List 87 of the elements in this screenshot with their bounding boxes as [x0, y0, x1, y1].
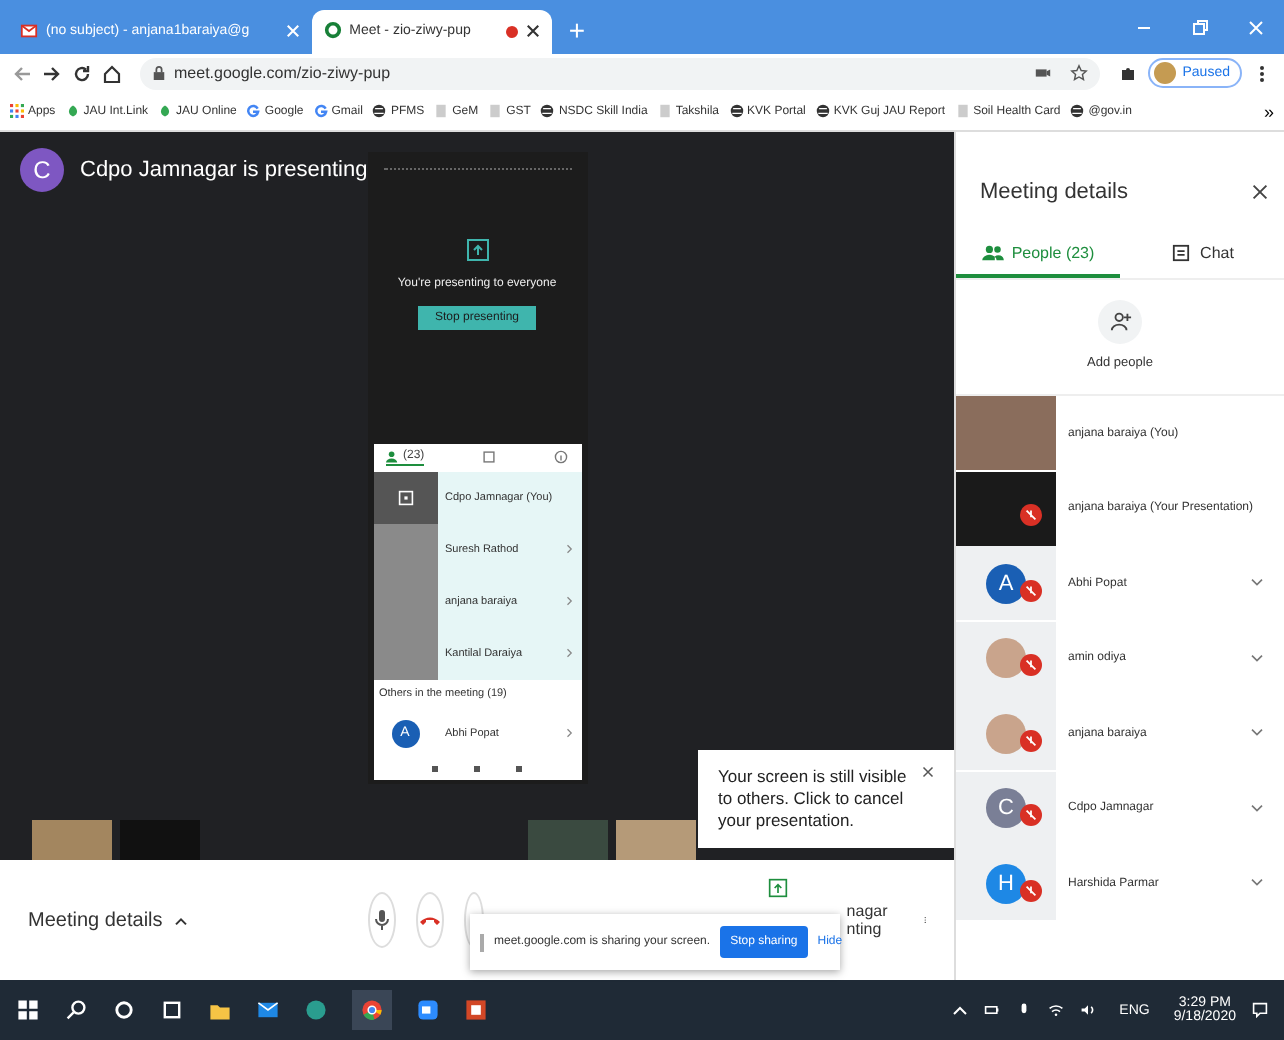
- leaf-icon: [158, 104, 173, 119]
- add-person-icon: [1109, 310, 1131, 333]
- forward-arrow-icon[interactable]: [42, 63, 62, 84]
- close-icon[interactable]: [1252, 183, 1268, 200]
- lock-icon: [152, 66, 166, 81]
- caret-up-icon[interactable]: [951, 1002, 968, 1019]
- close-icon[interactable]: [922, 765, 934, 778]
- chevron-right-icon[interactable]: [565, 728, 573, 739]
- page-icon: [657, 104, 672, 119]
- star-icon[interactable]: [1070, 64, 1089, 83]
- search-icon[interactable]: [64, 998, 88, 1023]
- wifi-icon[interactable]: [1047, 1002, 1064, 1019]
- chevron-down-icon[interactable]: [1250, 803, 1264, 814]
- chevron-down-icon[interactable]: [1250, 578, 1264, 589]
- back-arrow-icon[interactable]: [12, 63, 32, 84]
- home-icon[interactable]: [102, 63, 122, 84]
- mail-icon[interactable]: [256, 998, 280, 1023]
- restore-icon[interactable]: [1190, 17, 1210, 38]
- circle-icon[interactable]: [112, 998, 136, 1023]
- globe-icon: [815, 104, 830, 119]
- globe-icon: [540, 104, 555, 119]
- people-icon: [385, 449, 399, 464]
- chevron-right-icon[interactable]: [565, 544, 573, 555]
- panel-title: Meeting details: [980, 179, 1128, 204]
- presenter-label: nagar: [846, 902, 888, 921]
- avatar-icon: [1154, 62, 1177, 85]
- windows-logo-icon[interactable]: [16, 998, 40, 1023]
- video-camera-icon[interactable]: [416, 998, 440, 1023]
- presenter-avatar: C: [20, 147, 64, 192]
- globe-icon: [729, 104, 744, 119]
- chrome-icon[interactable]: [352, 990, 392, 1031]
- url-text: meet.google.com/zio-ziwy-pup: [174, 64, 391, 83]
- google-g-icon: [313, 104, 328, 119]
- chevron-right-icon[interactable]: [565, 648, 573, 659]
- chat-icon[interactable]: [482, 450, 497, 465]
- participant-avatar: A: [986, 563, 1026, 604]
- participant-avatar: C: [986, 788, 1026, 829]
- globe-icon: [372, 104, 387, 119]
- google-g-icon: [246, 104, 261, 119]
- reload-icon[interactable]: [72, 63, 92, 84]
- present-screen-icon: [465, 237, 489, 262]
- notification-icon[interactable]: [1252, 1002, 1268, 1019]
- presenter-title: Cdpo Jamnagar is presenting: [80, 157, 368, 182]
- leaf-icon: [65, 104, 80, 119]
- photo-placeholder: [120, 820, 200, 861]
- battery-icon[interactable]: [983, 1002, 1000, 1019]
- caret-up-icon: [174, 915, 189, 926]
- apps-grid-icon: [10, 104, 24, 119]
- close-icon[interactable]: [526, 24, 541, 39]
- panel-tab[interactable]: Chat: [1120, 231, 1284, 278]
- photo-placeholder: [616, 820, 696, 861]
- page-icon: [955, 104, 970, 119]
- chevron-down-icon[interactable]: [1250, 728, 1264, 739]
- address-bar[interactable]: meet.google.com/zio-ziwy-pup: [140, 57, 1101, 90]
- video-thumbnail: [373, 523, 437, 576]
- task-view-icon[interactable]: [160, 998, 184, 1023]
- chevron-down-icon[interactable]: [1250, 653, 1264, 664]
- more-bookmarks-button[interactable]: »: [1263, 101, 1274, 122]
- chevron-right-icon[interactable]: [565, 596, 573, 607]
- chat-icon: [1170, 243, 1193, 262]
- chevron-down-icon[interactable]: [1250, 878, 1264, 889]
- drag-handle-icon[interactable]: [480, 933, 484, 952]
- microphone-icon: [370, 908, 395, 933]
- tooltip-text: Your screen is still visible to others. Click to cancel your presentation.: [718, 765, 909, 833]
- present-screen-icon: [397, 489, 413, 506]
- info-icon[interactable]: [554, 450, 569, 465]
- photo-placeholder: [528, 820, 608, 861]
- camera-icon[interactable]: [1034, 64, 1053, 83]
- hang-up-button[interactable]: [416, 892, 445, 949]
- video-thumbnail: [956, 396, 1056, 471]
- present-screen-icon[interactable]: [767, 878, 788, 899]
- mail-icon: [20, 22, 38, 41]
- globe-icon: [1070, 104, 1085, 119]
- microphone-button[interactable]: [368, 892, 397, 949]
- photo-placeholder: [986, 713, 1026, 754]
- page-icon: [434, 104, 449, 119]
- people-icon: [981, 243, 1004, 262]
- page-icon: [488, 104, 503, 119]
- panel-tab[interactable]: People (23): [956, 231, 1120, 278]
- video-thumbnail: [373, 627, 437, 680]
- presenter-label: nting: [846, 920, 884, 939]
- photo-placeholder: [986, 638, 1026, 679]
- participant-avatar: H: [986, 863, 1026, 904]
- meeting-details-button[interactable]: Meeting details: [28, 909, 189, 932]
- slides-app-icon[interactable]: [464, 998, 488, 1023]
- speaker-icon[interactable]: [1079, 1002, 1096, 1019]
- photo-placeholder: [32, 820, 112, 861]
